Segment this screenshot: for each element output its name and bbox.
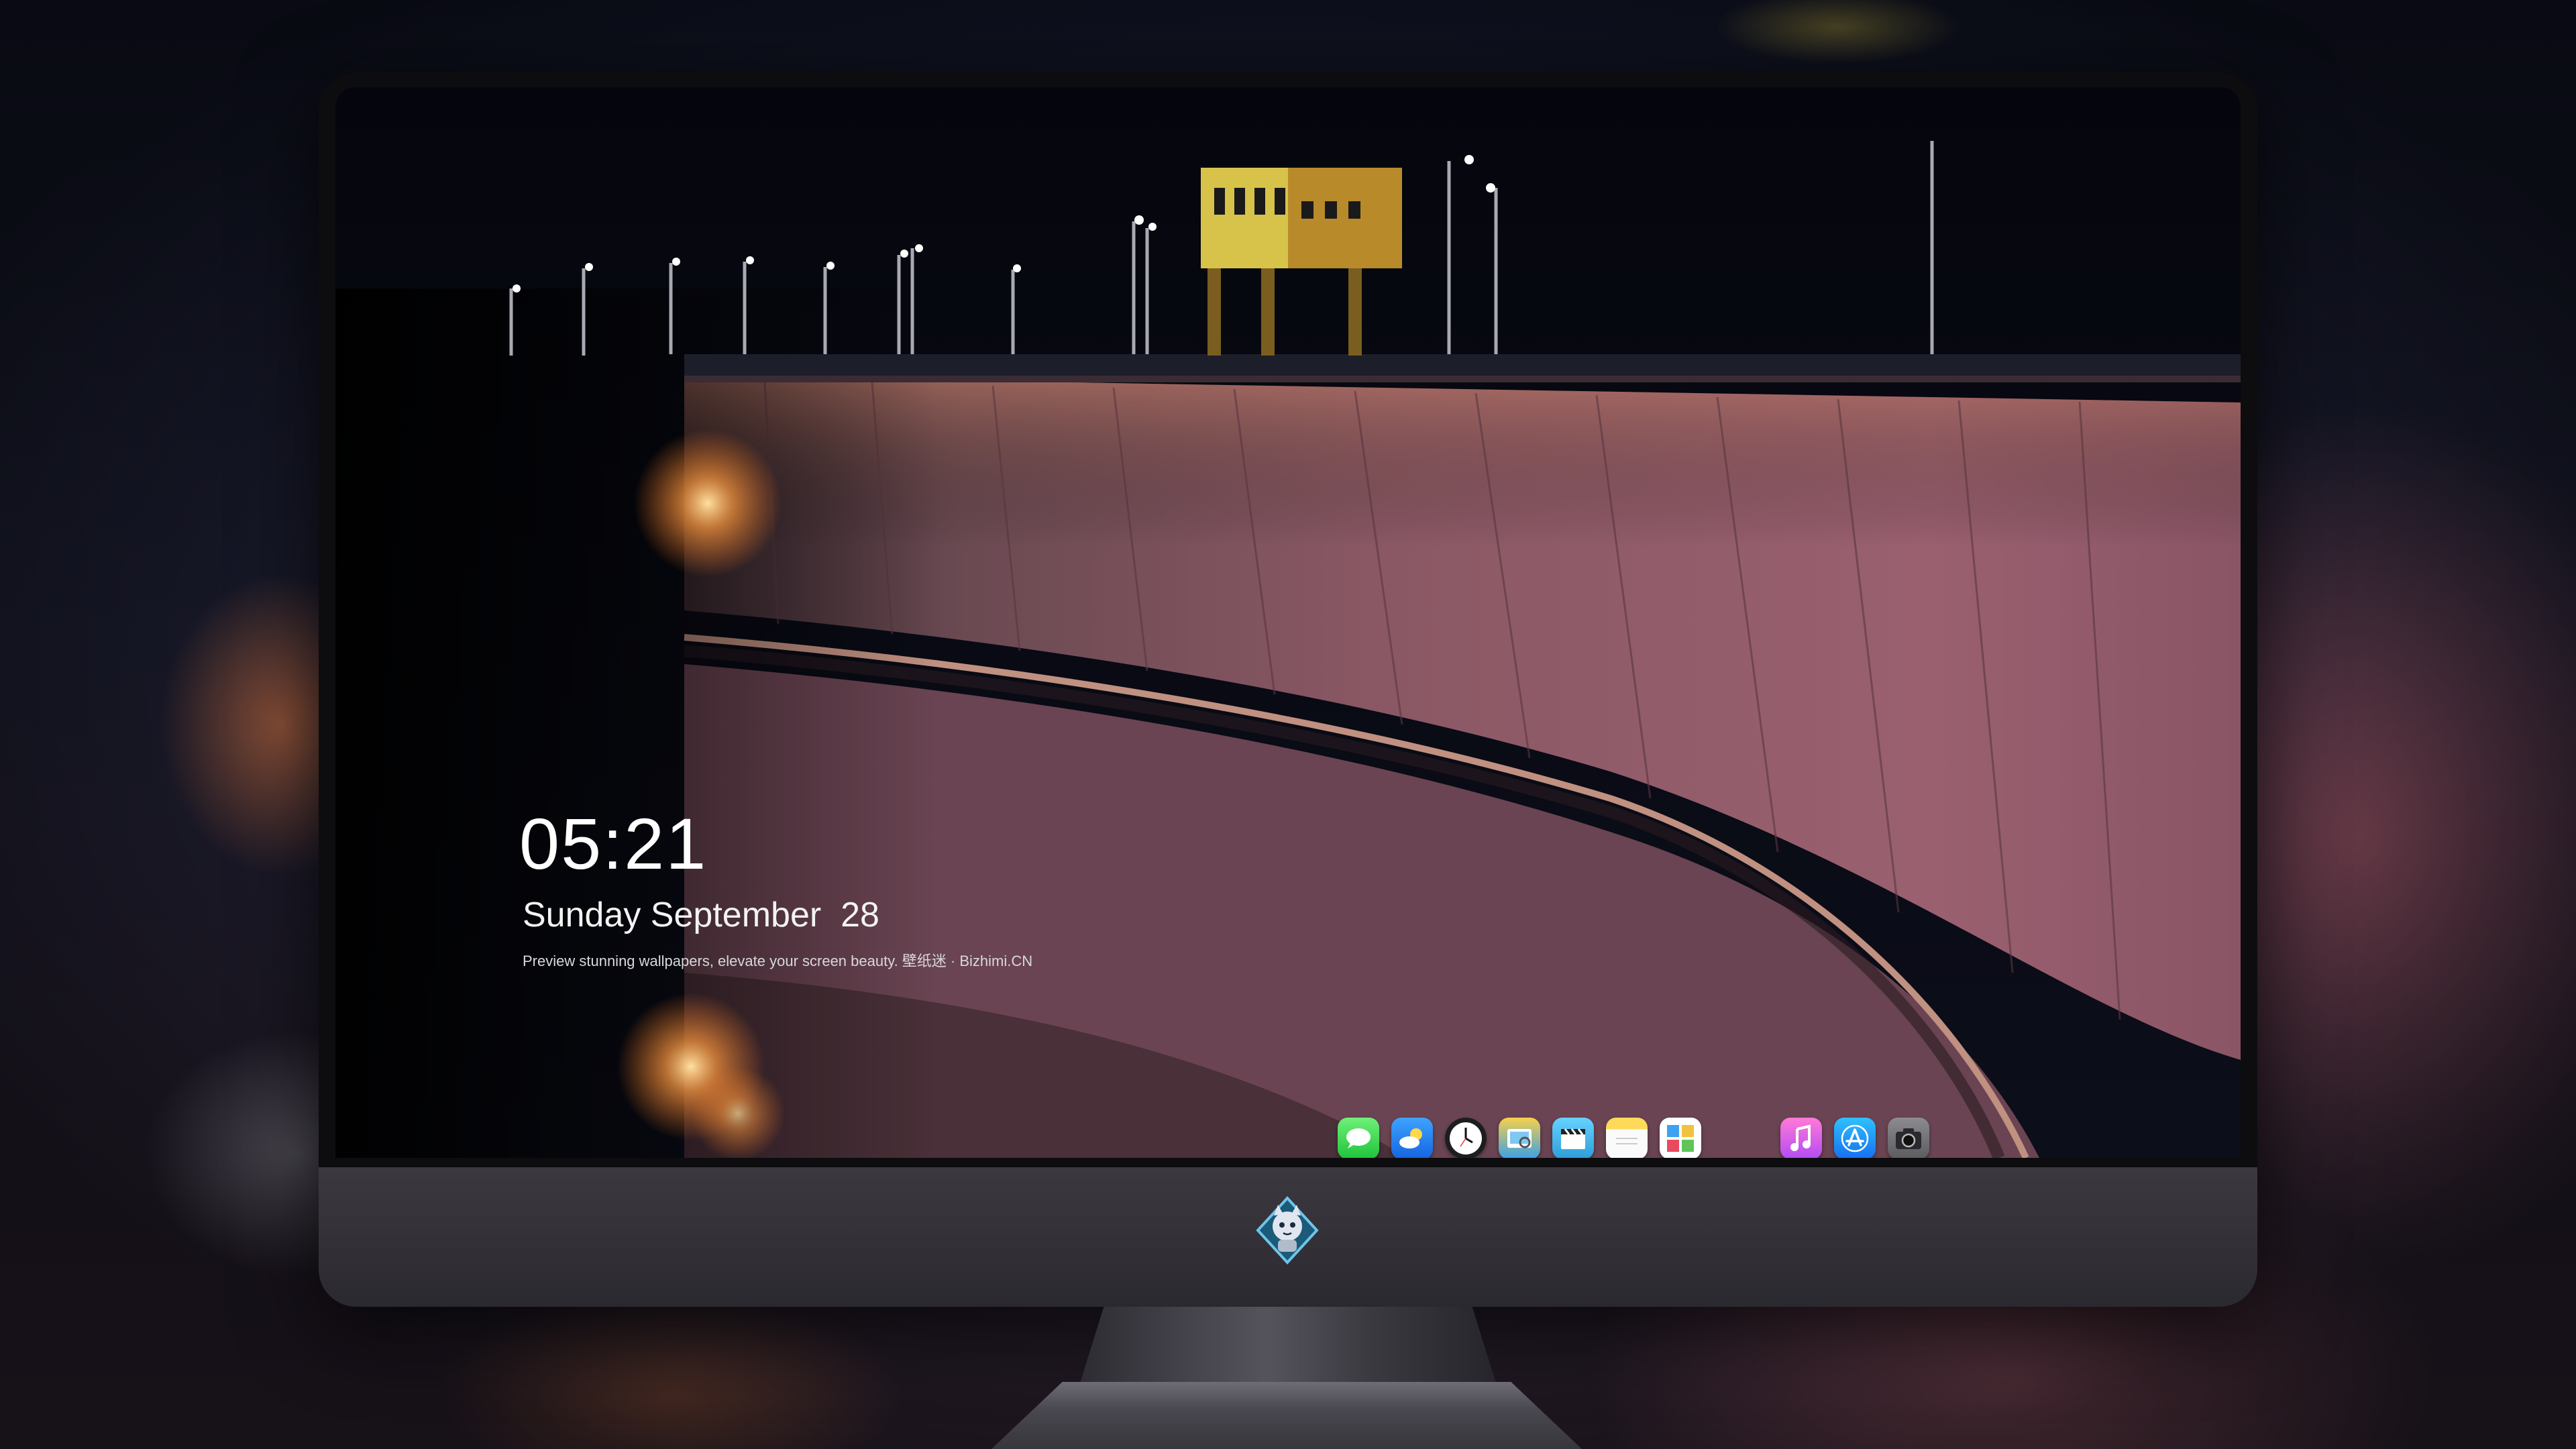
dock	[1331, 1107, 1936, 1158]
music-note-icon[interactable]	[1780, 1118, 1822, 1158]
lockscreen-tagline: Preview stunning wallpapers, elevate you…	[523, 953, 1033, 969]
weather-icon[interactable]	[1391, 1118, 1433, 1158]
app-store-icon[interactable]	[1834, 1118, 1876, 1158]
notes-icon[interactable]	[1606, 1118, 1648, 1158]
dock-separator	[1740, 1118, 1741, 1158]
dam-wallpaper	[335, 87, 2241, 1158]
camera-icon[interactable]	[1888, 1118, 1929, 1158]
monitor-stand-base	[991, 1382, 1582, 1449]
messages-icon[interactable]	[1338, 1118, 1379, 1158]
mascot-logo-icon	[1256, 1196, 1319, 1265]
lockscreen-time: 05:21	[519, 803, 708, 884]
monitor-stand-neck	[1079, 1307, 1497, 1387]
imac-monitor: 05:21 Sunday September 28 Preview stunni…	[319, 72, 2257, 1307]
clapperboard-icon[interactable]	[1552, 1118, 1594, 1158]
clock-icon[interactable]	[1445, 1118, 1487, 1158]
preview-icon[interactable]	[1499, 1118, 1540, 1158]
screen: 05:21 Sunday September 28 Preview stunni…	[335, 87, 2241, 1158]
lockscreen-date: Sunday September 28	[523, 896, 879, 934]
monitor-chin	[319, 1167, 2257, 1307]
photos-icon[interactable]	[1660, 1118, 1701, 1158]
